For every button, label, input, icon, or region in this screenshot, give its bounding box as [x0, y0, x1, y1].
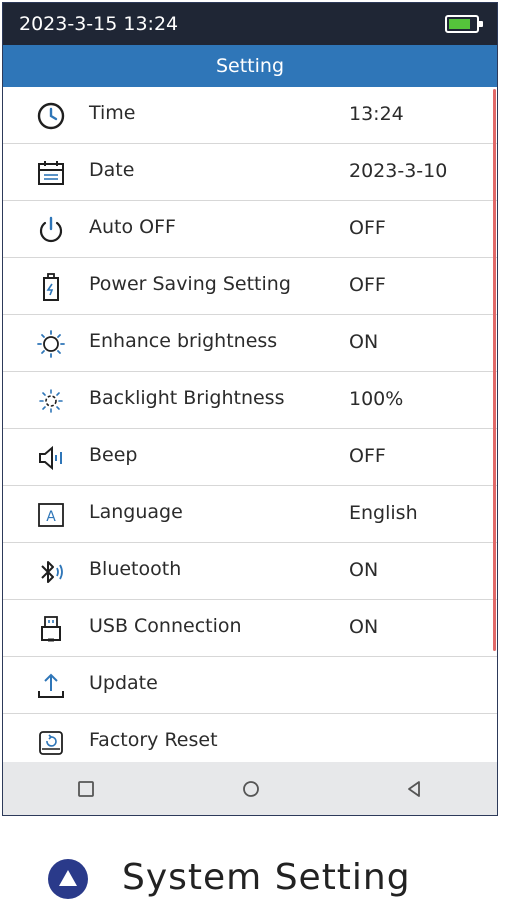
setting-label: Auto OFF — [89, 216, 176, 238]
caption: System Setting — [48, 855, 468, 905]
settings-list: Time 13:24 Date 2023-3-10 Auto OFF OFF P… — [3, 87, 497, 771]
setting-label: Bluetooth — [89, 558, 182, 580]
setting-row-date[interactable]: Date 2023-3-10 — [3, 144, 497, 201]
setting-label: Date — [89, 159, 135, 181]
triangle-badge-icon — [48, 859, 88, 899]
setting-value: OFF — [349, 274, 386, 296]
setting-value: 13:24 — [349, 103, 404, 125]
language-icon: A — [35, 499, 67, 531]
setting-value: 100% — [349, 388, 404, 410]
setting-label: Power Saving Setting — [89, 273, 291, 295]
setting-label: Factory Reset — [89, 729, 218, 751]
setting-value: ON — [349, 559, 379, 581]
back-icon[interactable] — [401, 776, 427, 802]
setting-label: Beep — [89, 444, 138, 466]
setting-value: ON — [349, 331, 379, 353]
setting-row-update[interactable]: Update — [3, 657, 497, 714]
setting-row-time[interactable]: Time 13:24 — [3, 87, 497, 144]
setting-row-usb-connection[interactable]: USB Connection ON — [3, 600, 497, 657]
setting-label: Enhance brightness — [89, 330, 278, 352]
bluetooth-icon — [35, 556, 67, 588]
setting-label: Time — [89, 102, 136, 124]
power-icon — [35, 214, 67, 246]
setting-row-language[interactable]: A Language English — [3, 486, 497, 543]
page-title: Setting — [3, 45, 497, 87]
clock-icon — [35, 100, 67, 132]
setting-label: USB Connection — [89, 615, 242, 637]
setting-value: OFF — [349, 217, 386, 239]
backlight-icon — [35, 385, 67, 417]
setting-value: 2023-3-10 — [349, 160, 448, 182]
language-icon-letter: A — [46, 509, 56, 525]
setting-value: OFF — [349, 445, 386, 467]
setting-row-beep[interactable]: Beep OFF — [3, 429, 497, 486]
battery-saver-icon — [35, 271, 67, 303]
brightness-enhance-icon — [35, 328, 67, 360]
calendar-icon — [35, 157, 67, 189]
setting-label: Backlight Brightness — [89, 387, 285, 409]
setting-row-bluetooth[interactable]: Bluetooth ON — [3, 543, 497, 600]
setting-label: Update — [89, 672, 158, 694]
upload-icon — [35, 670, 67, 702]
caption-text: System Setting — [122, 857, 411, 898]
recent-apps-icon[interactable] — [73, 776, 99, 802]
home-icon[interactable] — [238, 776, 264, 802]
factory-reset-icon — [35, 727, 67, 759]
status-datetime: 2023-3-15 13:24 — [19, 13, 179, 35]
device-screen: 2023-3-15 13:24 Setting Time 13:24 Date … — [2, 2, 498, 816]
setting-row-power-saving[interactable]: Power Saving Setting OFF — [3, 258, 497, 315]
speaker-icon — [35, 442, 67, 474]
setting-row-auto-off[interactable]: Auto OFF OFF — [3, 201, 497, 258]
setting-row-backlight-brightness[interactable]: Backlight Brightness 100% — [3, 372, 497, 429]
battery-icon — [445, 15, 483, 33]
setting-label: Language — [89, 501, 183, 523]
scrollbar[interactable] — [493, 89, 496, 651]
usb-icon — [35, 613, 67, 645]
status-bar: 2023-3-15 13:24 — [3, 3, 497, 45]
setting-value: English — [349, 502, 418, 524]
setting-row-enhance-brightness[interactable]: Enhance brightness ON — [3, 315, 497, 372]
setting-value: ON — [349, 616, 379, 638]
navigation-bar — [3, 762, 497, 815]
